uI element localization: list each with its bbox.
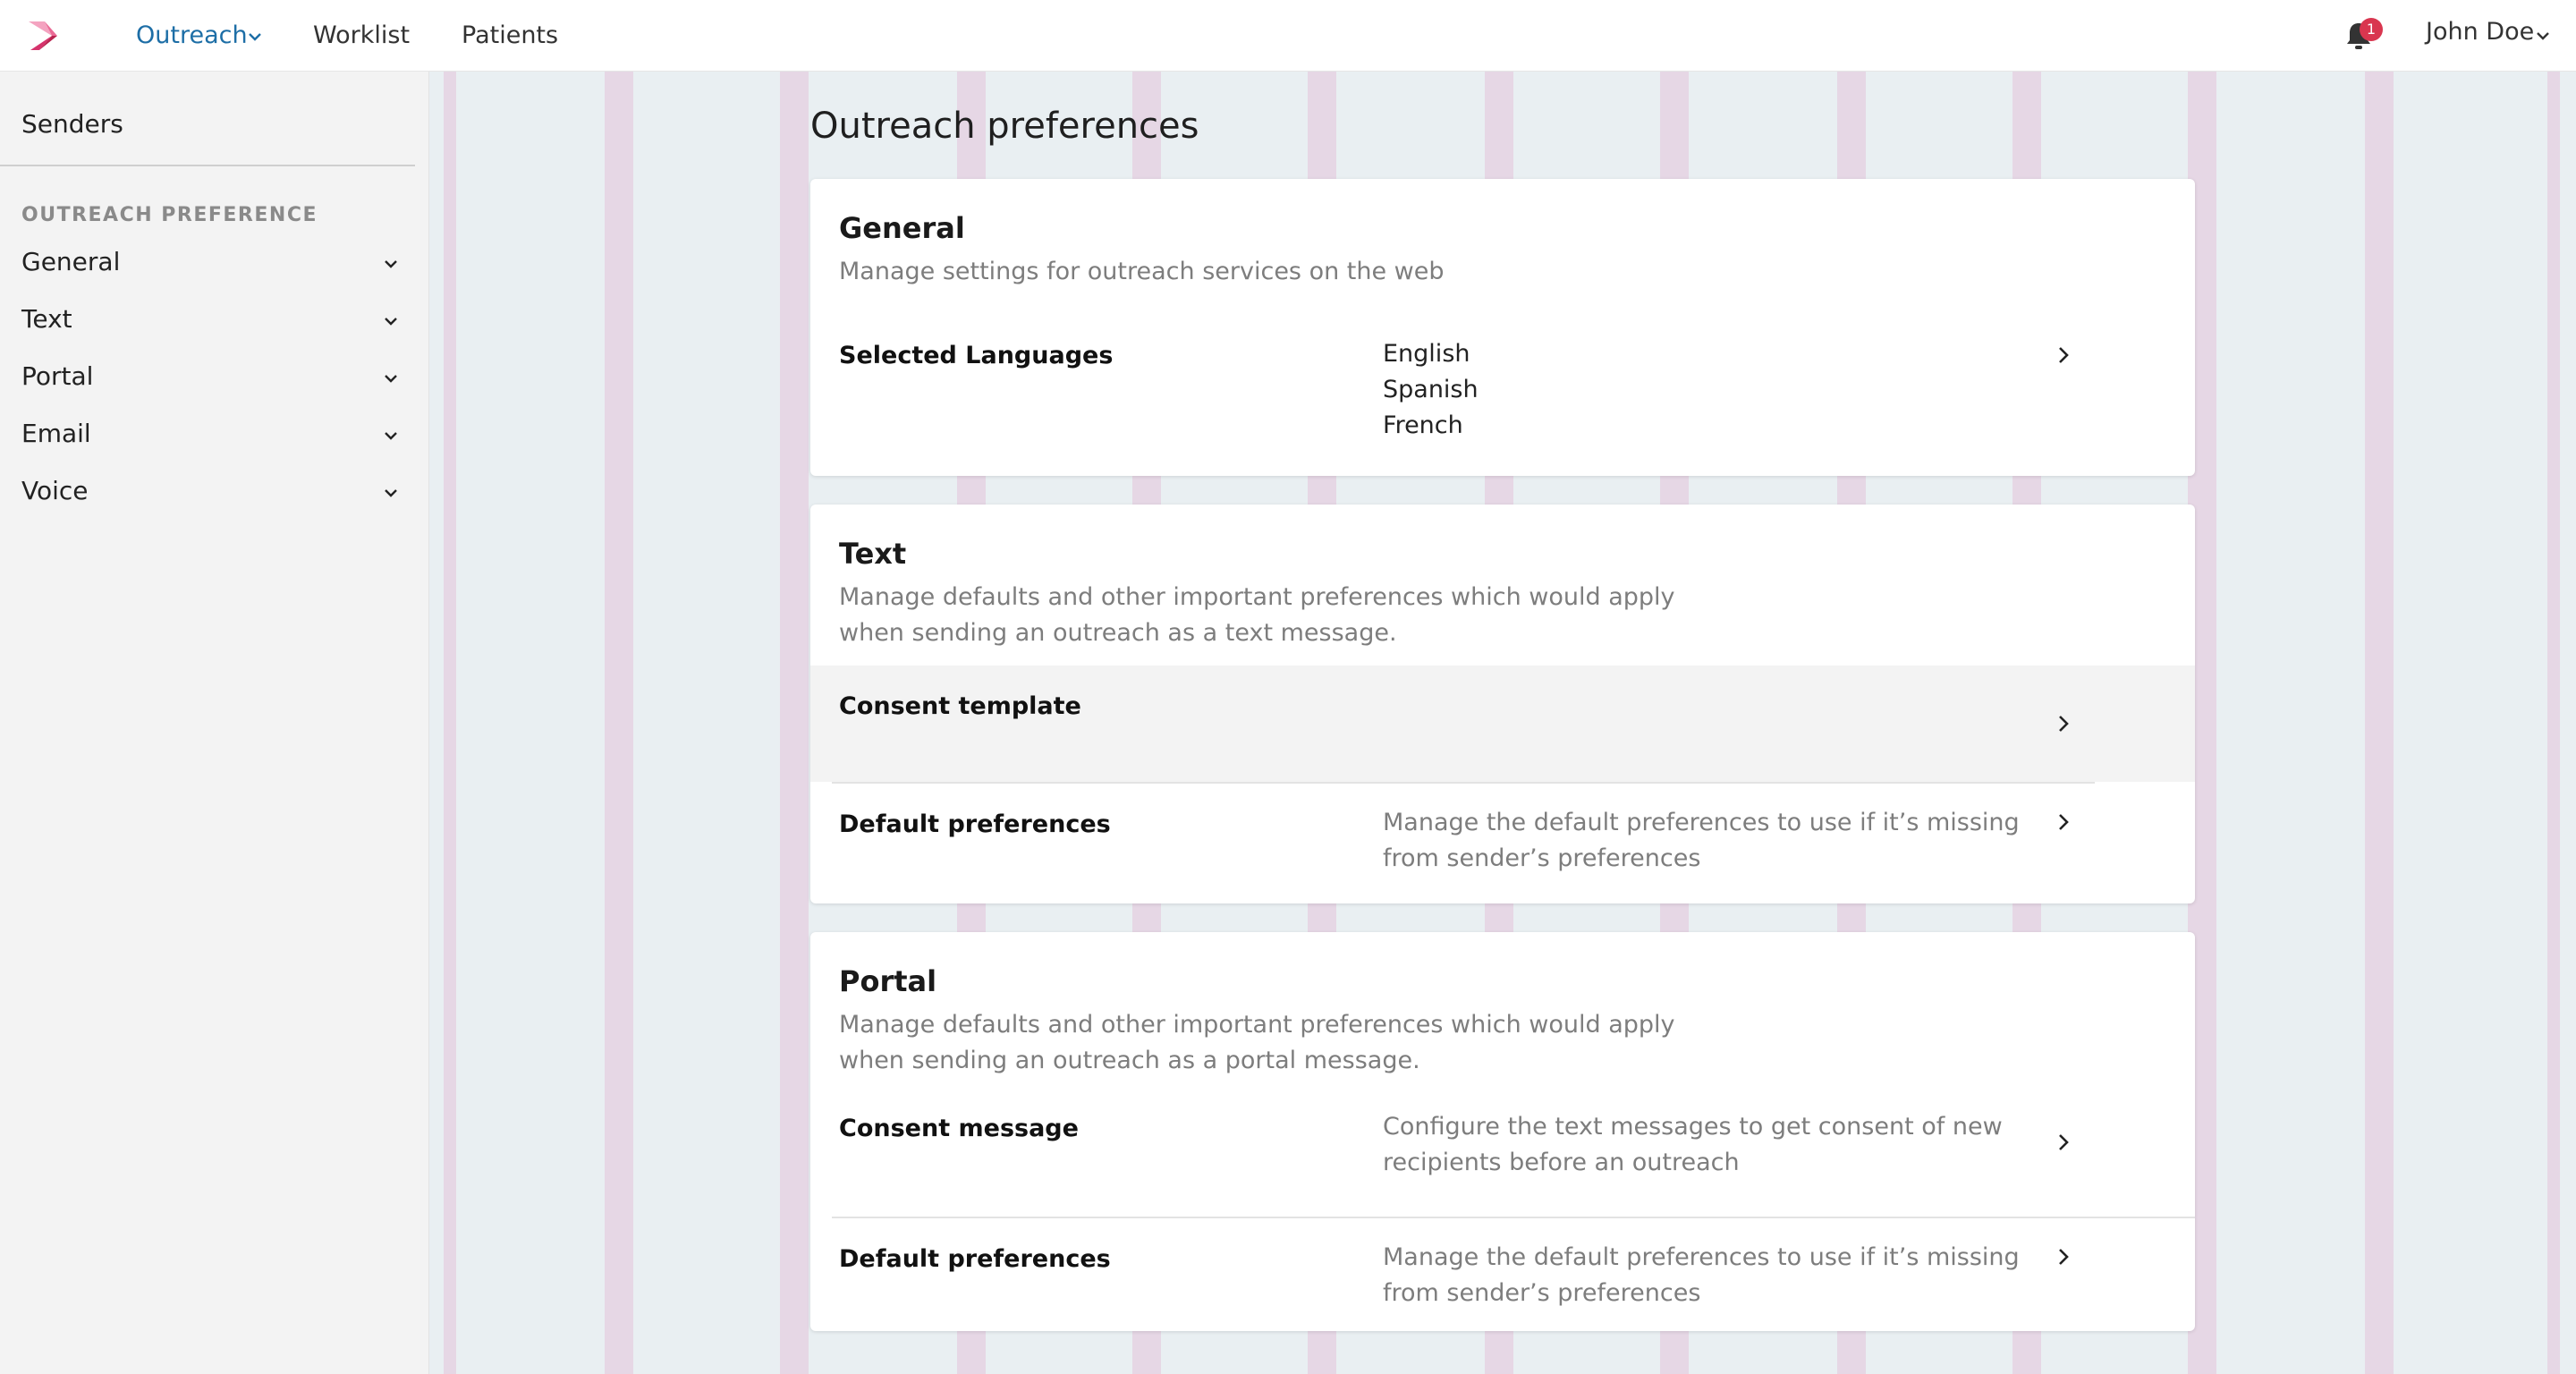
portal-card: Portal Manage defaults and other importa…	[810, 932, 2195, 1331]
app-logo-icon[interactable]	[25, 18, 61, 54]
grid-overlay-stripe	[780, 72, 809, 1374]
language-item: English	[1383, 340, 1470, 368]
chevron-down-icon	[385, 432, 397, 440]
language-list: English Spanish French	[1383, 336, 2063, 444]
chevron-down-icon	[385, 489, 397, 497]
notification-badge: 1	[2360, 18, 2383, 41]
chevron-down-icon	[385, 375, 397, 383]
row-label: Default preferences	[839, 810, 1111, 838]
sidebar-section-heading: OUTREACH PREFERENCE	[21, 204, 318, 226]
sidebar-item-portal[interactable]: Portal	[0, 352, 415, 403]
nav-outreach[interactable]: Outreach	[136, 20, 248, 52]
sidebar-item-text[interactable]: Text	[0, 295, 415, 345]
nav-patients[interactable]: Patients	[462, 20, 558, 52]
card-title: Portal	[839, 964, 937, 998]
chevron-down-icon[interactable]	[247, 29, 263, 45]
default-preferences-row[interactable]: Default preferences Manage the default p…	[810, 1218, 2195, 1326]
row-description: Manage the default preferences to use if…	[1383, 809, 2020, 872]
selected-languages-row[interactable]: Selected Languages English Spanish Frenc…	[810, 327, 2195, 471]
sidebar-item-voice[interactable]: Voice	[0, 467, 415, 517]
default-preferences-row[interactable]: Default preferences Manage the default p…	[810, 784, 2195, 900]
grid-overlay-stripe	[605, 72, 633, 1374]
language-item: French	[1383, 411, 1463, 439]
page-title: Outreach preferences	[810, 106, 1199, 147]
sidebar-item-general[interactable]: General	[0, 238, 415, 288]
chevron-down-icon	[385, 318, 397, 326]
row-label: Consent message	[839, 1115, 1079, 1142]
grid-overlay-stripe	[444, 72, 456, 1374]
grid-overlay-stripe	[2547, 72, 2560, 1374]
sidebar-item-label: Text	[21, 304, 72, 334]
card-description: Manage settings for outreach services on…	[839, 258, 1445, 285]
sidebar-item-label: Email	[21, 419, 91, 448]
grid-overlay-stripe	[2365, 72, 2394, 1374]
chevron-down-icon[interactable]	[2535, 28, 2551, 44]
card-description: Manage defaults and other important pref…	[839, 583, 1675, 647]
row-label: Selected Languages	[839, 342, 1114, 369]
sidebar: Senders OUTREACH PREFERENCE General Text…	[0, 72, 429, 1374]
consent-template-row[interactable]: Consent template	[810, 666, 2195, 782]
text-card: Text Manage defaults and other important…	[810, 505, 2195, 903]
row-description: Manage the default preferences to use if…	[1383, 1243, 2020, 1307]
chevron-down-icon	[385, 260, 397, 268]
sidebar-item-senders[interactable]: Senders	[21, 109, 123, 139]
language-item: Spanish	[1383, 376, 1479, 403]
row-label: Consent template	[839, 692, 1081, 720]
chevron-right-icon[interactable]	[2054, 714, 2073, 734]
card-description: Manage defaults and other important pref…	[839, 1011, 1675, 1074]
general-card: General Manage settings for outreach ser…	[810, 179, 2195, 476]
sidebar-item-label: General	[21, 247, 121, 276]
card-title: General	[839, 211, 965, 245]
sidebar-item-label: Voice	[21, 476, 89, 505]
main-content: Outreach preferences General Manage sett…	[429, 72, 2576, 1374]
chevron-right-icon[interactable]	[2054, 1132, 2073, 1152]
chevron-right-icon[interactable]	[2054, 345, 2073, 365]
sidebar-divider	[0, 165, 415, 166]
card-title: Text	[839, 537, 907, 571]
row-description: Configure the text messages to get conse…	[1383, 1113, 2003, 1176]
chevron-right-icon[interactable]	[2054, 1247, 2073, 1267]
nav-worklist[interactable]: Worklist	[313, 20, 410, 52]
chevron-right-icon[interactable]	[2054, 812, 2073, 832]
row-label: Default preferences	[839, 1245, 1111, 1273]
sidebar-item-label: Portal	[21, 361, 94, 391]
sidebar-item-email[interactable]: Email	[0, 410, 415, 460]
user-menu[interactable]: John Doe	[2426, 16, 2534, 48]
top-navigation-bar: Outreach Worklist Patients 1 John Doe	[0, 0, 2576, 72]
consent-message-row[interactable]: Consent message Configure the text messa…	[810, 1098, 2195, 1215]
